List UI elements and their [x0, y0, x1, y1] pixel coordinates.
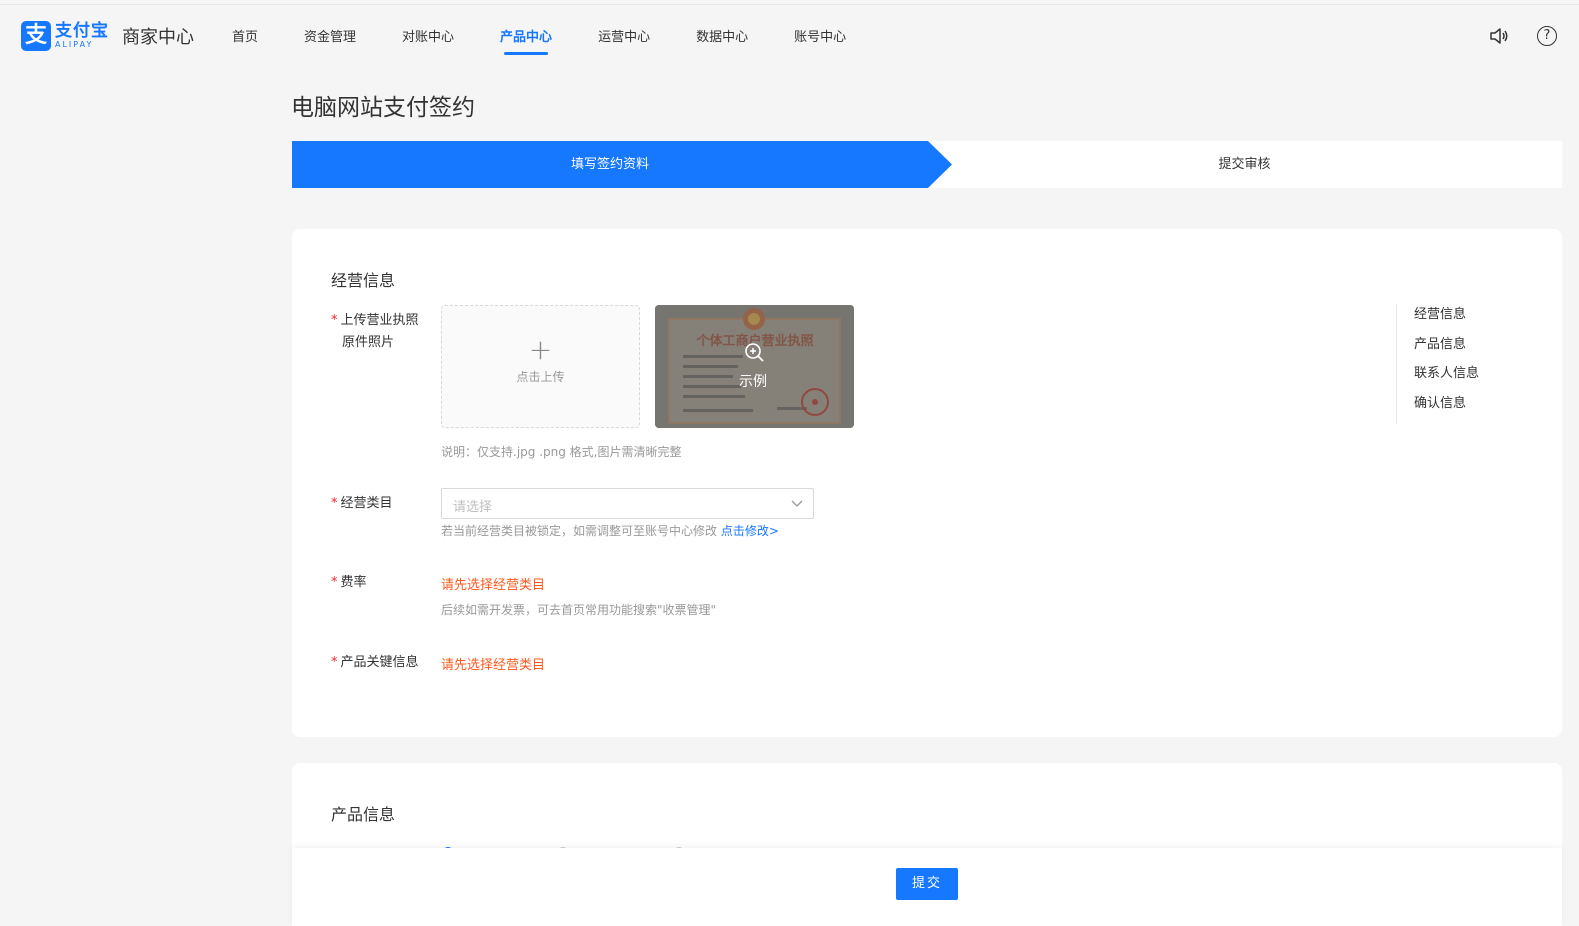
- upload-text: 点击上传: [516, 370, 565, 384]
- steps-bar: 填写签约资料 提交审核: [292, 141, 1562, 188]
- nav-item-operations[interactable]: 运营中心: [598, 26, 650, 45]
- nav-item-reconciliation[interactable]: 对账中心: [402, 26, 454, 45]
- anchor-item-confirm[interactable]: 确认信息: [1414, 393, 1479, 415]
- anchor-item-contact[interactable]: 联系人信息: [1414, 363, 1479, 385]
- nav-item-data[interactable]: 数据中心: [696, 26, 748, 45]
- category-select[interactable]: 请选择: [441, 488, 814, 519]
- rate-warning: 请先选择经营类目: [441, 578, 546, 593]
- category-label: * 经营类目: [331, 496, 393, 511]
- brand-title: 商家中心: [122, 27, 194, 48]
- chevron-down-icon: [791, 500, 803, 507]
- upload-license-button[interactable]: + 点击上传: [441, 305, 640, 428]
- category-placeholder: 请选择: [453, 500, 493, 515]
- key-info-warning: 请先选择经营类目: [441, 658, 546, 673]
- example-label: 示例: [739, 374, 767, 390]
- zoom-in-icon: [745, 343, 764, 362]
- upload-license-label: * 上传营业执照 原件照片: [331, 313, 419, 350]
- nav-item-products[interactable]: 产品中心: [500, 26, 552, 55]
- rate-note: 后续如需开发票，可去首页常用功能搜索"收票管理": [441, 603, 717, 617]
- license-example-preview[interactable]: 个体工商户营业执照 示例: [655, 305, 854, 428]
- modify-category-link[interactable]: 点击修改>: [721, 524, 779, 538]
- anchor-item-business[interactable]: 经营信息: [1414, 304, 1479, 326]
- upload-note: 说明：仅支持.jpg .png 格式,图片需清晰完整: [441, 445, 682, 459]
- rate-label: * 费率: [331, 575, 367, 590]
- anchor-item-product[interactable]: 产品信息: [1414, 334, 1479, 356]
- plus-icon: +: [528, 333, 553, 366]
- license-example-image: 个体工商户营业执照: [655, 305, 854, 428]
- alipay-logo[interactable]: 支 支付宝 ALIPAY: [21, 21, 109, 51]
- category-note: 若当前经营类目被锁定，如需调整可至账号中心修改 点击修改>: [441, 524, 779, 538]
- step-submit-review: 提交审核: [1218, 157, 1271, 172]
- nav-item-funds[interactable]: 资金管理: [304, 26, 356, 45]
- business-info-card: 经营信息 *上传营业执照 原件照片 + 点击上传 个体工商户营业执照: [292, 229, 1562, 737]
- nav-item-account[interactable]: 账号中心: [794, 26, 846, 45]
- logo-cn-text: 支付宝: [55, 21, 109, 41]
- speaker-icon[interactable]: [1488, 25, 1510, 47]
- step-fill-info: 填写签约资料: [292, 141, 952, 188]
- section-title-business: 经营信息: [331, 271, 396, 290]
- section-title-product: 产品信息: [331, 805, 396, 824]
- nav-item-home[interactable]: 首页: [232, 26, 258, 45]
- submit-button[interactable]: 提交: [896, 868, 958, 900]
- page-title: 电脑网站支付签约: [291, 95, 475, 121]
- anchor-nav: 经营信息 产品信息 联系人信息 确认信息: [1396, 304, 1479, 424]
- footer-bar: 提交: [292, 848, 1562, 926]
- top-header: 支 支付宝 ALIPAY 商家中心 首页 资金管理 对账中心 产品中心 运营中心…: [0, 5, 1579, 65]
- key-info-label: * 产品关键信息: [331, 655, 419, 670]
- main-nav: 首页 资金管理 对账中心 产品中心 运营中心 数据中心 账号中心: [232, 26, 892, 55]
- step-current-label: 填写签约资料: [570, 157, 649, 172]
- logo-en-text: ALIPAY: [55, 40, 94, 49]
- help-icon[interactable]: ?: [1537, 26, 1557, 46]
- alipay-logo-icon: 支: [21, 21, 51, 51]
